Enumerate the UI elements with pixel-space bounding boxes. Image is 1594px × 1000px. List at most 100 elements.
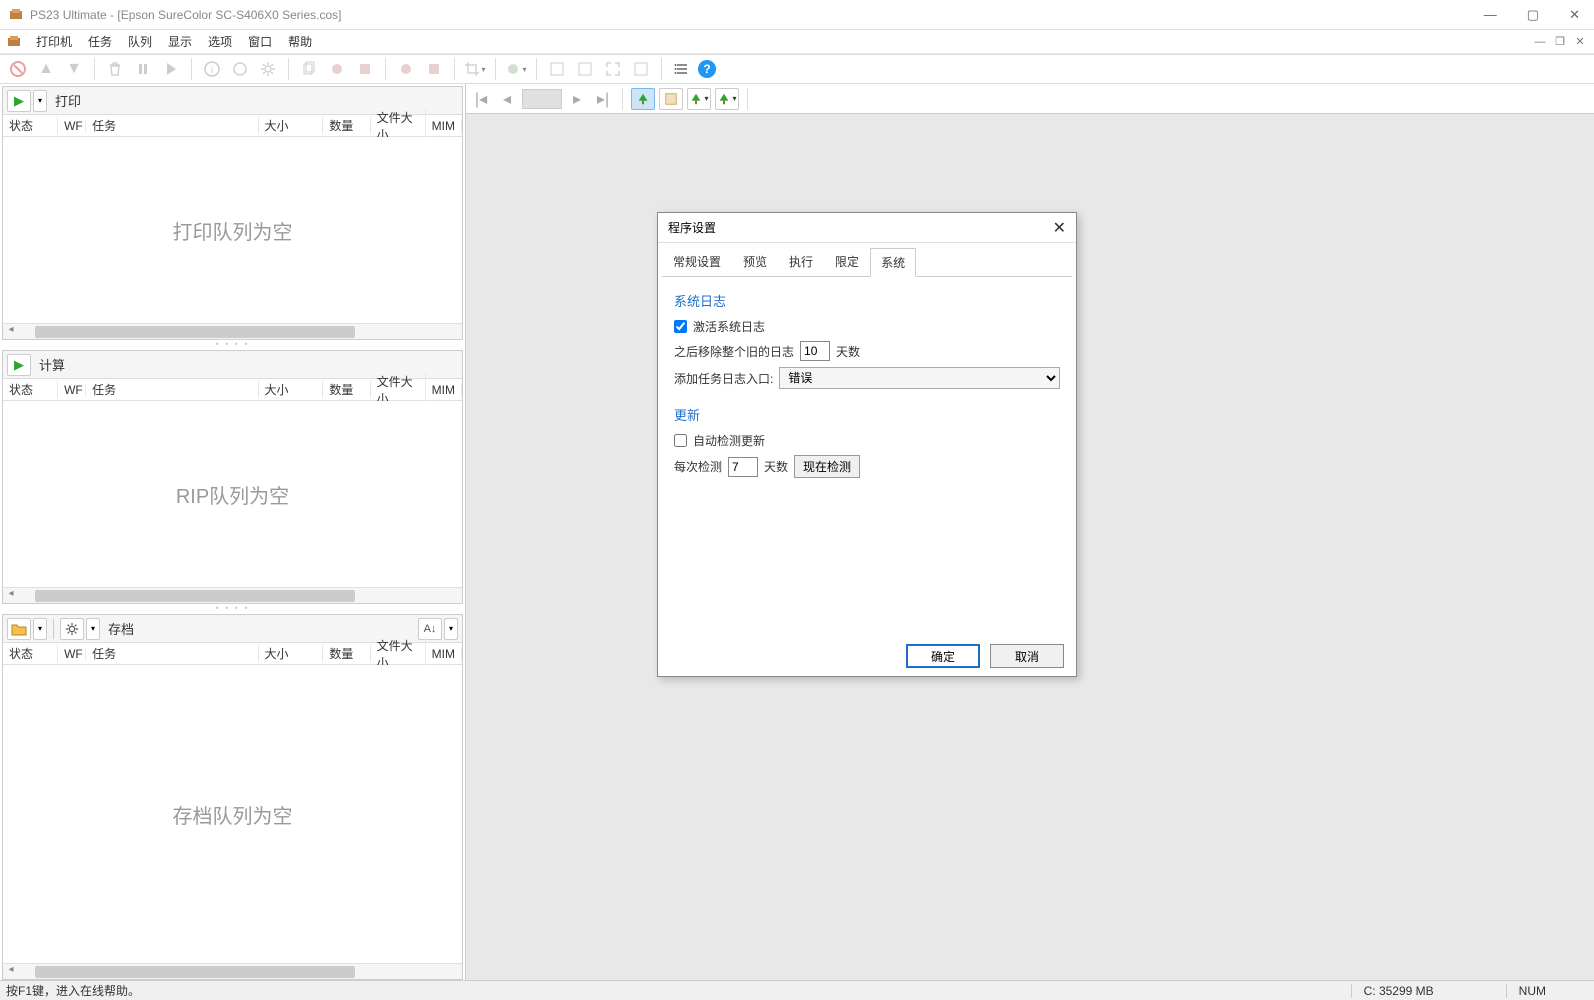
close-button[interactable]: ✕ [1563, 5, 1586, 25]
print-play-button[interactable]: ▶ [7, 90, 31, 112]
preview-mode-2[interactable] [659, 88, 683, 110]
col-qty[interactable]: 数量 [323, 645, 370, 662]
settings-dialog: 程序设置 ✕ 常规设置 预览 执行 限定 系统 系统日志 激活系统日志 之后移除… [657, 212, 1077, 677]
auto-update-label: 自动检测更新 [693, 432, 765, 449]
calc-empty-text: RIP队列为空 [176, 480, 289, 509]
cancel-button[interactable]: 取消 [990, 644, 1064, 668]
mdi-restore-button[interactable]: ❐ [1552, 34, 1568, 50]
stop-icon[interactable] [6, 57, 30, 81]
status-disk: C: 35299 MB [1351, 984, 1446, 998]
menu-help[interactable]: 帮助 [280, 31, 320, 52]
archive-panel: ▾ ▾ 存档 A↓ ▾ 状态 WF 任务 大小 数量 文件大小 MIM 存档队列… [2, 614, 463, 980]
archive-open-dropdown[interactable]: ▾ [33, 618, 47, 640]
shape2-icon [353, 57, 377, 81]
main-toolbar: ▲ ▼ i ▾ ▾ ? [0, 54, 1594, 84]
page-input[interactable] [522, 89, 562, 109]
shape4-icon [422, 57, 446, 81]
print-scrollbar[interactable]: ◂ [3, 323, 462, 339]
dialog-title: 程序设置 [668, 219, 716, 236]
tab-limit[interactable]: 限定 [824, 247, 870, 276]
minimize-button[interactable]: — [1478, 5, 1503, 25]
col-task[interactable]: 任务 [86, 645, 258, 662]
preview-mode-1[interactable] [631, 88, 655, 110]
archive-gear-dropdown[interactable]: ▾ [86, 618, 100, 640]
preview-mode-4[interactable]: ▾ [715, 88, 739, 110]
svg-text:i: i [211, 65, 213, 76]
addlog-label: 添加任务日志入口: [674, 370, 773, 387]
col-size[interactable]: 大小 [259, 117, 324, 134]
remove-log-days-input[interactable] [800, 341, 830, 361]
maximize-button[interactable]: ▢ [1521, 5, 1545, 25]
col-mim[interactable]: MIM [426, 647, 462, 661]
archive-gear-button[interactable] [60, 618, 84, 640]
copy-icon [297, 57, 321, 81]
tab-execute[interactable]: 执行 [778, 247, 824, 276]
menu-window[interactable]: 窗口 [240, 31, 280, 52]
gear-icon [256, 57, 280, 81]
menu-options[interactable]: 选项 [200, 31, 240, 52]
col-status[interactable]: 状态 [3, 645, 58, 662]
col-qty[interactable]: 数量 [323, 117, 370, 134]
col-wf[interactable]: WF [58, 383, 86, 397]
auto-update-checkbox[interactable] [674, 434, 687, 447]
calc-scrollbar[interactable]: ◂ [3, 587, 462, 603]
archive-open-button[interactable] [7, 618, 31, 640]
help-icon[interactable]: ? [698, 60, 716, 78]
tool-a-icon [545, 57, 569, 81]
list-icon[interactable] [670, 57, 694, 81]
archive-sort-dropdown[interactable]: ▾ [444, 618, 458, 640]
dialog-tabs: 常规设置 预览 执行 限定 系统 [658, 247, 1076, 276]
palette-icon [228, 57, 252, 81]
ok-button[interactable]: 确定 [906, 644, 980, 668]
col-status[interactable]: 状态 [3, 381, 58, 398]
menu-queue[interactable]: 队列 [120, 31, 160, 52]
title-bar: PS23 Ultimate - [Epson SureColor SC-S406… [0, 0, 1594, 30]
addlog-select[interactable]: 错误 [779, 367, 1060, 389]
col-mim[interactable]: MIM [426, 383, 462, 397]
tree-icon: ▾ [504, 57, 528, 81]
col-size[interactable]: 大小 [259, 381, 324, 398]
calc-play-button[interactable]: ▶ [7, 354, 31, 376]
tab-preview[interactable]: 预览 [732, 247, 778, 276]
mdi-minimize-button[interactable]: — [1532, 34, 1548, 50]
status-hint: 按F1键，进入在线帮助。 [6, 982, 140, 999]
splitter-2[interactable]: • • • • [0, 604, 465, 612]
check-every-days-input[interactable] [728, 457, 758, 477]
menu-display[interactable]: 显示 [160, 31, 200, 52]
app-icon-small [6, 34, 22, 50]
col-task[interactable]: 任务 [86, 117, 258, 134]
menu-task[interactable]: 任务 [80, 31, 120, 52]
col-wf[interactable]: WF [58, 647, 86, 661]
splitter-1[interactable]: • • • • [0, 340, 465, 348]
activate-syslog-label: 激活系统日志 [693, 318, 765, 335]
pause-icon [131, 57, 155, 81]
menu-printer[interactable]: 打印机 [28, 31, 80, 52]
col-task[interactable]: 任务 [86, 381, 258, 398]
print-panel-label: 打印 [55, 91, 458, 110]
dialog-body: 系统日志 激活系统日志 之后移除整个旧的日志 天数 添加任务日志入口: 错误 更… [662, 276, 1072, 636]
col-qty[interactable]: 数量 [323, 381, 370, 398]
archive-scrollbar[interactable]: ◂ [3, 963, 462, 979]
activate-syslog-checkbox[interactable] [674, 320, 687, 333]
print-play-dropdown[interactable]: ▾ [33, 90, 47, 112]
col-status[interactable]: 状态 [3, 117, 58, 134]
shape1-icon [325, 57, 349, 81]
col-size[interactable]: 大小 [259, 645, 324, 662]
tool-c-icon [629, 57, 653, 81]
col-mim[interactable]: MIM [426, 119, 462, 133]
check-now-button[interactable]: 现在检测 [794, 455, 860, 478]
dialog-close-icon[interactable]: ✕ [1053, 218, 1066, 238]
up-icon: ▲ [34, 57, 58, 81]
app-icon [8, 7, 24, 23]
col-wf[interactable]: WF [58, 119, 86, 133]
remove-log-prefix: 之后移除整个旧的日志 [674, 343, 794, 360]
preview-mode-3[interactable]: ▾ [687, 88, 711, 110]
tab-general[interactable]: 常规设置 [662, 247, 732, 276]
print-columns: 状态 WF 任务 大小 数量 文件大小 MIM [3, 115, 462, 137]
calc-panel: ▶ 计算 状态 WF 任务 大小 数量 文件大小 MIM RIP队列为空 ◂ [2, 350, 463, 604]
mdi-close-button[interactable]: ✕ [1572, 34, 1588, 50]
tab-system[interactable]: 系统 [870, 248, 916, 277]
check-every-prefix: 每次检测 [674, 458, 722, 475]
window-title: PS23 Ultimate - [Epson SureColor SC-S406… [30, 8, 341, 22]
info-icon: i [200, 57, 224, 81]
